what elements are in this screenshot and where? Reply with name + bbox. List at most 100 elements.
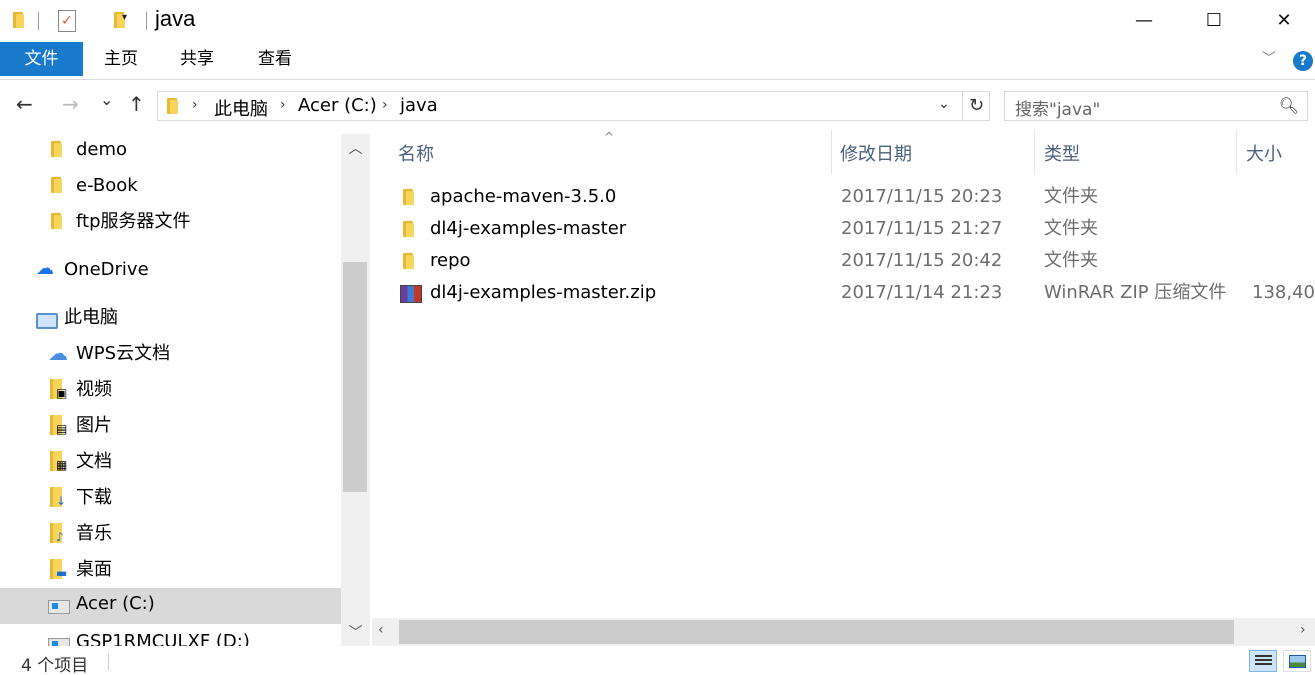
title-bar: ✓ ▾ java — ☐ ✕ (0, 0, 1315, 42)
minimize-button[interactable]: — (1120, 0, 1168, 42)
scrollbar-thumb[interactable] (399, 620, 1234, 644)
column-divider[interactable] (1034, 130, 1035, 174)
address-history-dropdown[interactable]: ⌄ (938, 96, 950, 112)
nav-item-label: GSP1RMCULXF (D:) (76, 631, 250, 646)
up-button[interactable]: ↑ (128, 92, 145, 116)
table-row[interactable]: dl4j-examples-master 2017/11/15 21:27 文件… (372, 213, 1315, 245)
customize-quick-access-dropdown[interactable]: ▾ (122, 12, 127, 23)
nav-item-label: 下载 (76, 487, 112, 508)
nav-item-label: 视频 (76, 379, 112, 400)
scroll-down-icon[interactable]: ﹀ (341, 622, 370, 642)
nav-item-desktop[interactable]: ▬ 桌面 (0, 554, 341, 590)
back-button[interactable]: ← (16, 92, 33, 116)
scroll-up-icon[interactable]: ︿ (341, 138, 370, 158)
search-input[interactable]: 搜索"java" 🔍︎ (1004, 91, 1308, 121)
nav-item-downloads[interactable]: ↓ 下载 (0, 482, 341, 518)
downloads-library-icon: ↓ (50, 487, 68, 507)
table-row[interactable]: repo 2017/11/15 20:42 文件夹 (372, 245, 1315, 277)
address-bar[interactable]: › 此电脑 › Acer (C:) › java ⌄ ↻ (157, 91, 990, 121)
nav-item-this-pc[interactable]: 此电脑 (0, 302, 341, 338)
file-modified: 2017/11/15 20:42 (841, 250, 1003, 271)
music-library-icon: ♪ (50, 523, 68, 543)
breadcrumb-separator-icon[interactable]: › (192, 97, 198, 113)
scroll-left-icon[interactable]: ‹ (378, 622, 384, 638)
nav-item-pictures[interactable]: ▤ 图片 (0, 410, 341, 446)
breadcrumb-separator-icon[interactable]: › (382, 97, 388, 113)
folder-icon (400, 251, 416, 271)
help-icon[interactable]: ? (1293, 51, 1313, 71)
tab-home[interactable]: 主页 (96, 42, 146, 76)
refresh-icon[interactable]: ↻ (962, 92, 990, 120)
nav-item-label: 桌面 (76, 559, 112, 580)
file-modified: 2017/11/14 21:23 (841, 282, 1003, 303)
forward-button[interactable]: → (62, 92, 79, 116)
column-header-modified[interactable]: 修改日期 (840, 140, 912, 166)
details-view-icon (1255, 655, 1272, 667)
breadcrumb-this-pc[interactable]: 此电脑 (214, 95, 268, 121)
status-divider (108, 654, 109, 670)
table-row[interactable]: dl4j-examples-master.zip 2017/11/14 21:2… (372, 277, 1315, 309)
nav-item-label: ftp服务器文件 (76, 211, 191, 232)
properties-icon[interactable]: ✓ (58, 10, 76, 32)
nav-item-ftp[interactable]: ftp服务器文件 (0, 206, 341, 242)
folder-icon (48, 139, 64, 159)
column-header-name[interactable]: 名称 (398, 140, 434, 166)
file-list: ^ 名称 修改日期 类型 大小 apache-maven-3.5.0 2017/… (372, 130, 1315, 620)
nav-item-music[interactable]: ♪ 音乐 (0, 518, 341, 554)
file-type: 文件夹 (1044, 186, 1098, 207)
navigation-pane: demo e-Book ftp服务器文件 ☁ OneDrive 此电脑 ☁ WP… (0, 134, 370, 646)
nav-item-ebook[interactable]: e-Book (0, 170, 341, 206)
maximize-button[interactable]: ☐ (1190, 0, 1238, 42)
status-bar: 4 个项目 (0, 646, 1315, 675)
nav-pane-scrollbar[interactable]: ︿ ﹀ (341, 134, 370, 646)
wps-cloud-icon: ☁ (48, 341, 68, 365)
folder-icon (164, 96, 180, 116)
drive-icon (48, 600, 70, 614)
nav-item-wps-cloud[interactable]: ☁ WPS云文档 (0, 338, 341, 374)
recent-locations-dropdown[interactable]: ⌄ (100, 90, 113, 109)
folder-icon (400, 187, 416, 207)
scroll-right-icon[interactable]: › (1300, 622, 1306, 638)
nav-item-videos[interactable]: ▣ 视频 (0, 374, 341, 410)
breadcrumb-drive-c[interactable]: Acer (C:) (298, 95, 377, 116)
table-row[interactable]: apache-maven-3.5.0 2017/11/15 20:23 文件夹 (372, 181, 1315, 213)
details-view-button[interactable] (1249, 650, 1277, 672)
nav-item-drive-c[interactable]: Acer (C:) (0, 588, 341, 624)
file-type: 文件夹 (1044, 250, 1098, 271)
folder-icon[interactable] (10, 10, 26, 30)
nav-item-onedrive[interactable]: ☁ OneDrive (0, 254, 341, 290)
nav-item-label: Acer (C:) (76, 593, 155, 614)
nav-item-demo[interactable]: demo (0, 134, 341, 170)
large-icons-view-button[interactable] (1283, 650, 1311, 672)
file-type: 文件夹 (1044, 218, 1098, 239)
column-divider[interactable] (1236, 130, 1237, 174)
desktop-library-icon: ▬ (50, 559, 68, 579)
breadcrumb-separator-icon[interactable]: › (280, 97, 286, 113)
toolbar-divider (38, 12, 39, 30)
tab-file[interactable]: 文件 (0, 42, 83, 76)
search-placeholder: 搜索"java" (1015, 100, 1101, 120)
column-header-size[interactable]: 大小 (1246, 140, 1282, 166)
window-title: java (155, 6, 196, 31)
search-icon[interactable]: 🔍︎ (1279, 96, 1299, 115)
file-size: 138,40 (1252, 282, 1315, 303)
file-name: repo (430, 250, 471, 271)
breadcrumb-java[interactable]: java (400, 95, 438, 116)
column-header-type[interactable]: 类型 (1044, 140, 1080, 166)
nav-item-documents[interactable]: ▦ 文档 (0, 446, 341, 482)
file-list-horizontal-scrollbar[interactable]: ‹ › (372, 618, 1315, 646)
nav-item-label: 音乐 (76, 523, 112, 544)
onedrive-icon: ☁ (36, 258, 54, 279)
nav-item-label: OneDrive (64, 259, 149, 280)
nav-item-label: WPS云文档 (76, 343, 171, 364)
checkmark-icon: ✓ (61, 13, 73, 29)
expand-ribbon-chevron-icon[interactable]: ﹀ (1262, 48, 1276, 68)
tab-share[interactable]: 共享 (172, 42, 222, 76)
close-button[interactable]: ✕ (1260, 0, 1308, 42)
scrollbar-thumb[interactable] (343, 262, 367, 492)
column-divider[interactable] (831, 130, 832, 174)
drive-icon (48, 638, 70, 646)
tab-view[interactable]: 查看 (250, 42, 300, 76)
nav-item-drive-d[interactable]: GSP1RMCULXF (D:) (0, 626, 341, 646)
file-name: apache-maven-3.5.0 (430, 186, 617, 207)
